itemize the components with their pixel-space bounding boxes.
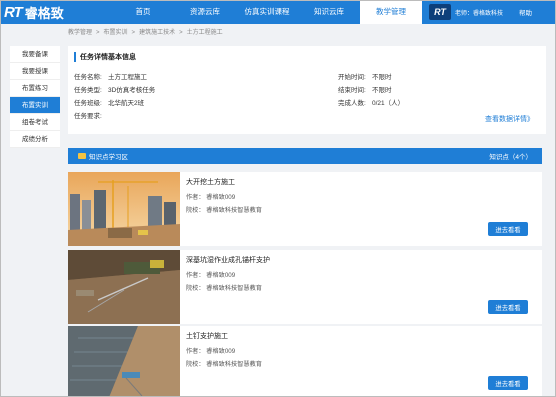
view-data-details-link[interactable]: 查看数据详情》 xyxy=(485,114,534,124)
task-name-label: 任务名称: xyxy=(74,74,102,81)
task-name-row: 任务名称: 土方工程施工 xyxy=(74,71,147,81)
user-name[interactable]: 老师：睿格致科技 xyxy=(455,8,503,17)
breadcrumb-item[interactable]: 建筑施工技术 xyxy=(139,30,175,36)
logo-rt-text: RT xyxy=(4,3,23,21)
book-icon xyxy=(78,153,86,159)
knowledge-count: 知识点（4个） xyxy=(489,154,532,161)
knowledge-section-title: 知识点学习区 xyxy=(89,154,128,161)
end-time-value: 不限时 xyxy=(372,87,392,94)
sidebar-item-assign-exercise[interactable]: 布置练习 xyxy=(10,80,60,97)
logo-cn-text: 睿格致 xyxy=(24,5,64,21)
knowledge-title-group: 知识点学习区 xyxy=(78,151,128,161)
nav-teaching-management[interactable]: 教学管理 xyxy=(360,0,422,24)
sidebar-item-teach[interactable]: 我要授课 xyxy=(10,63,60,80)
enter-course-button[interactable]: 进去看看 xyxy=(488,300,528,314)
course-title[interactable]: 深基坑湿作业成孔锚杆支护 xyxy=(186,255,270,265)
top-nav-bar: RT 睿格致 首页 资源云库 仿真实训课程 知识云库 教学管理 RT 老师：睿格… xyxy=(0,0,556,24)
nav-resource-library[interactable]: 资源云库 xyxy=(174,0,236,24)
sidebar-item-score-analysis[interactable]: 成绩分析 xyxy=(10,131,60,148)
task-type-row: 任务类型: 3D仿真考核任务 xyxy=(74,84,155,94)
breadcrumb-separator: > xyxy=(179,30,183,36)
breadcrumb-item-current: 土方工程施工 xyxy=(186,30,223,36)
completed-count-row: 完成人数: 0/21（人） xyxy=(338,97,404,107)
task-class-value: 北华航天2班 xyxy=(108,100,145,107)
nav-knowledge-library[interactable]: 知识云库 xyxy=(298,0,360,24)
breadcrumb-item[interactable]: 布置实训 xyxy=(104,30,128,36)
start-time-row: 开始时间: 不限时 xyxy=(338,71,392,81)
breadcrumb-item[interactable]: 教学管理 xyxy=(68,30,92,36)
course-author: 作者： 睿格致009 xyxy=(186,272,236,279)
start-time-label: 开始时间: xyxy=(338,74,366,81)
task-type-value: 3D仿真考核任务 xyxy=(108,87,156,94)
sidebar: 我要备课 我要授课 布置练习 布置实训 组卷考试 成绩分析 xyxy=(10,46,60,148)
user-avatar[interactable]: RT xyxy=(428,4,451,20)
task-class-label: 任务班级: xyxy=(74,100,102,107)
nav-simulation-courses[interactable]: 仿真实训课程 xyxy=(236,0,298,24)
nav-home[interactable]: 首页 xyxy=(112,0,174,24)
enter-course-button[interactable]: 进去看看 xyxy=(488,222,528,236)
end-time-row: 结束时间: 不限时 xyxy=(338,84,392,94)
breadcrumb-separator: > xyxy=(96,30,100,36)
task-name-value: 土方工程施工 xyxy=(108,74,147,81)
knowledge-section-header: 知识点学习区 知识点（4个） xyxy=(68,148,542,164)
sidebar-item-assign-training[interactable]: 布置实训 xyxy=(10,97,60,114)
help-link[interactable]: 帮助 xyxy=(519,7,532,17)
task-class-row: 任务班级: 北华航天2班 xyxy=(74,97,144,107)
course-title[interactable]: 大开挖土方施工 xyxy=(186,177,235,187)
course-school: 院校： 睿格致科技智慧教育 xyxy=(186,285,262,292)
task-info-card: 任务详情基本信息 任务名称: 土方工程施工 任务类型: 3D仿真考核任务 任务班级:… xyxy=(68,46,546,134)
start-time-value: 不限时 xyxy=(372,74,392,81)
breadcrumb: 教学管理 > 布置实训 > 建筑施工技术 > 土方工程施工 xyxy=(68,27,223,36)
course-card: 深基坑湿作业成孔锚杆支护 作者： 睿格致009 院校： 睿格致科技智慧教育 进去… xyxy=(68,250,542,324)
course-card: 大开挖土方施工 作者： 睿格致009 院校： 睿格致科技智慧教育 进去看看 xyxy=(68,172,542,246)
course-thumbnail-anchor-support[interactable] xyxy=(68,250,180,324)
course-author: 作者： 睿格致009 xyxy=(186,194,236,201)
course-card: 土钉支护施工 作者： 睿格致009 院校： 睿格致科技智慧教育 进去看看 xyxy=(68,326,542,397)
sidebar-item-exam[interactable]: 组卷考试 xyxy=(10,114,60,131)
course-thumbnail-soil-nail[interactable] xyxy=(68,326,180,397)
task-type-label: 任务类型: xyxy=(74,87,102,94)
completed-count-label: 完成人数: xyxy=(338,100,366,107)
completed-count-value: 0/21（人） xyxy=(372,100,405,107)
brand-logo[interactable]: RT 睿格致 xyxy=(0,0,100,24)
course-author: 作者： 睿格致009 xyxy=(186,348,236,355)
breadcrumb-separator: > xyxy=(131,30,136,36)
task-requirement-label: 任务要求: xyxy=(74,113,102,120)
user-area: RT 老师：睿格致科技 帮助 xyxy=(428,0,556,24)
task-info-title: 任务详情基本信息 xyxy=(74,52,136,62)
course-title[interactable]: 土钉支护施工 xyxy=(186,331,228,341)
course-school: 院校： 睿格致科技智慧教育 xyxy=(186,207,262,214)
course-school: 院校： 睿格致科技智慧教育 xyxy=(186,361,262,368)
course-thumbnail-excavation[interactable] xyxy=(68,172,180,246)
enter-course-button[interactable]: 进去看看 xyxy=(488,376,528,390)
task-requirement-row: 任务要求: xyxy=(74,110,108,120)
sidebar-item-prepare-lesson[interactable]: 我要备课 xyxy=(10,46,60,63)
end-time-label: 结束时间: xyxy=(338,87,366,94)
main-nav: 首页 资源云库 仿真实训课程 知识云库 教学管理 xyxy=(112,0,422,24)
